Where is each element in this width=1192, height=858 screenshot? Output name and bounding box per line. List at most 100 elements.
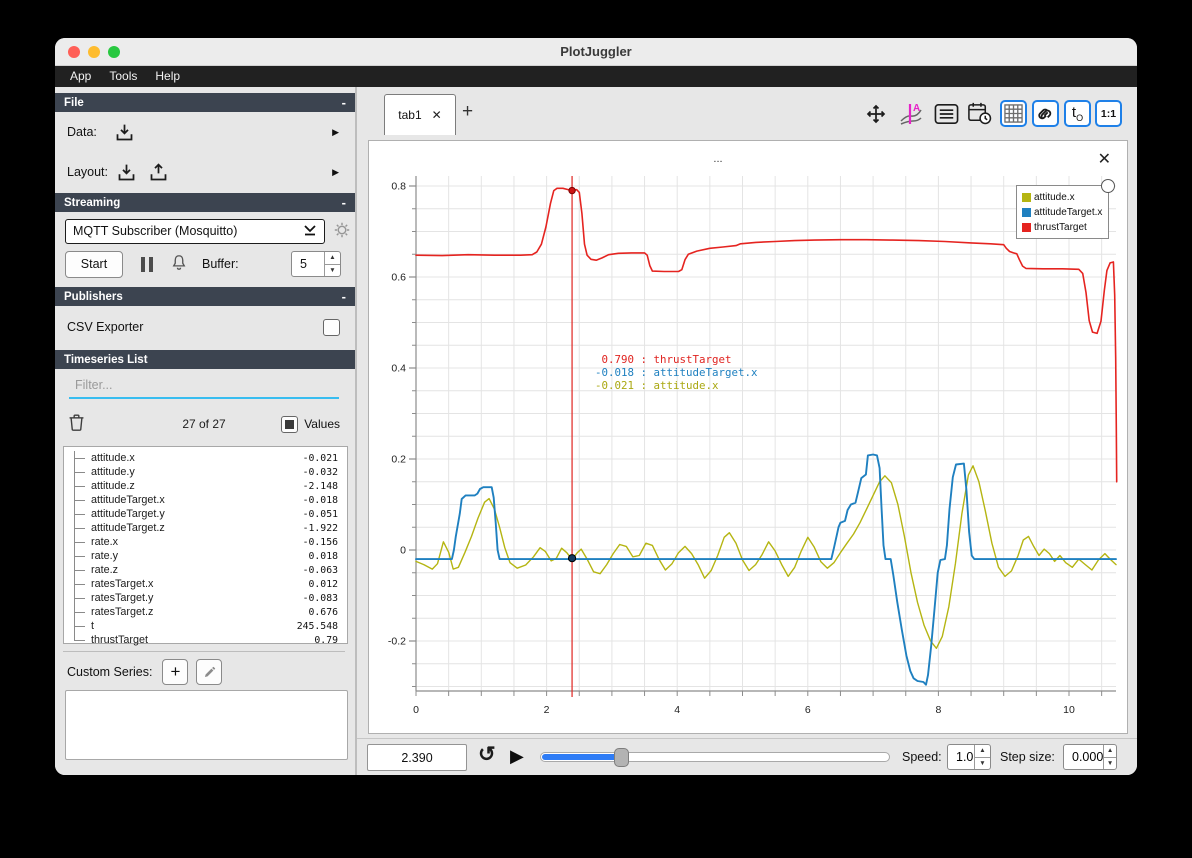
timeseries-item[interactable]: attitude.x -0.021 <box>64 451 347 465</box>
timeseries-value: -1.922 <box>302 522 338 534</box>
timeseries-item[interactable]: rate.y 0.018 <box>64 549 347 563</box>
speed-spinbox[interactable]: 1.0 ▲ ▼ <box>947 744 991 770</box>
svg-text:10: 10 <box>1063 704 1075 716</box>
load-data-icon[interactable] <box>114 122 135 143</box>
streaming-source-select[interactable]: MQTT Subscriber (Mosquitto) <box>65 218 325 244</box>
legend-entry[interactable]: thrustTarget <box>1022 220 1102 235</box>
menu-bar: App Tools Help <box>55 66 1137 87</box>
csv-exporter-checkbox[interactable] <box>323 318 340 336</box>
link-axes-button[interactable] <box>1032 100 1059 127</box>
spin-down-icon[interactable]: ▼ <box>1104 758 1116 770</box>
plot-widget[interactable]: 0.8 0.6 0.4 0.2 0 -0.2 0 2 4 6 8 10 ... ✕ attitude.… <box>368 140 1128 734</box>
legend-label: thrustTarget <box>1034 222 1087 233</box>
menu-item-tools[interactable]: Tools <box>100 66 146 87</box>
timeseries-section-header[interactable]: Timeseries List <box>55 350 355 369</box>
main-pane: tab1 ✕ + A tO 1:1 0.8 0.6 0.4 0.2 0 -0.2… <box>357 87 1137 775</box>
timeseries-item[interactable]: attitudeTarget.z -1.922 <box>64 521 347 535</box>
tab-label: tab1 <box>398 108 422 122</box>
legend-entry[interactable]: attitude.x <box>1022 190 1102 205</box>
plot-legend[interactable]: attitude.x attitudeTarget.x thrustTarget <box>1016 179 1116 239</box>
pause-icon[interactable] <box>141 256 153 272</box>
legend-swatch <box>1022 208 1031 217</box>
tracker-reading: -0.021 : attitude.x <box>595 379 719 392</box>
timeseries-name: thrustTarget <box>91 634 149 646</box>
spin-down-icon[interactable]: ▼ <box>325 265 340 277</box>
timeseries-item[interactable]: attitudeTarget.x -0.018 <box>64 493 347 507</box>
play-icon[interactable]: ▶ <box>510 746 524 767</box>
timeseries-item[interactable]: attitude.y -0.032 <box>64 465 347 479</box>
timeseries-tools-row: 27 of 27 Values <box>55 409 353 439</box>
slider-handle[interactable] <box>614 748 630 767</box>
svg-text:0.6: 0.6 <box>391 272 406 284</box>
timeseries-name: attitude.z <box>91 480 135 492</box>
timeseries-item[interactable]: rate.x -0.156 <box>64 535 347 549</box>
collapse-icon[interactable]: - <box>342 287 346 306</box>
divider <box>63 651 345 652</box>
data-row: Data: ▶ <box>55 118 353 146</box>
timeseries-item[interactable]: thrustTarget 0.79 <box>64 633 347 647</box>
spin-up-icon[interactable]: ▲ <box>325 252 340 265</box>
save-layout-icon[interactable] <box>148 162 169 183</box>
timeseries-value: 245.548 <box>296 620 338 632</box>
timeseries-value: 0.79 <box>314 634 338 646</box>
gear-icon[interactable] <box>333 221 351 242</box>
file-section-header[interactable]: File - <box>55 93 355 112</box>
zoom-area-button[interactable]: A <box>897 100 924 127</box>
add-tab-button[interactable]: + <box>462 101 473 123</box>
add-custom-series-button[interactable]: + <box>162 659 189 685</box>
datetime-button[interactable] <box>966 100 993 127</box>
time-offset-button[interactable]: tO <box>1064 100 1091 127</box>
step-size-label: Step size: <box>1000 750 1055 764</box>
spin-up-icon[interactable]: ▲ <box>975 745 990 758</box>
timeseries-count: 27 of 27 <box>182 417 226 431</box>
app-window: PlotJuggler App Tools Help File - Data: ▶ … <box>55 38 1137 775</box>
timeseries-item[interactable]: attitude.z -2.148 <box>64 479 347 493</box>
time-display[interactable]: 2.390 <box>367 744 467 771</box>
loop-icon[interactable]: ↺ <box>478 742 496 767</box>
timeseries-name: t <box>91 620 94 632</box>
custom-series-list[interactable] <box>65 690 348 760</box>
load-layout-icon[interactable] <box>116 162 137 183</box>
speed-label: Speed: <box>902 750 942 764</box>
timeseries-item[interactable]: rate.z -0.063 <box>64 563 347 577</box>
bell-icon[interactable] <box>170 253 188 275</box>
svg-text:0.2: 0.2 <box>391 454 406 466</box>
timeseries-item[interactable]: attitudeTarget.y -0.051 <box>64 507 347 521</box>
tab-tab1[interactable]: tab1 ✕ <box>384 94 456 135</box>
data-label: Data: <box>67 125 97 139</box>
time-slider[interactable] <box>540 748 890 767</box>
filter-input[interactable]: Filter... <box>63 373 345 399</box>
collapse-icon[interactable]: - <box>342 93 346 112</box>
publishers-section-header[interactable]: Publishers - <box>55 287 355 306</box>
streaming-section-header[interactable]: Streaming - <box>55 193 355 212</box>
tab-close-icon[interactable]: ✕ <box>432 108 442 122</box>
plot-title: ... <box>713 153 723 165</box>
layout-expand-icon[interactable]: ▶ <box>332 167 339 178</box>
data-expand-icon[interactable]: ▶ <box>332 127 339 138</box>
collapse-icon[interactable]: - <box>342 193 346 212</box>
legend-entry[interactable]: attitudeTarget.x <box>1022 205 1102 220</box>
timeseries-name: attitudeTarget.y <box>91 508 165 520</box>
ratio-1-1-button[interactable]: 1:1 <box>1095 100 1122 127</box>
menu-item-app[interactable]: App <box>61 66 100 87</box>
buffer-spinbox[interactable]: 5 ▲ ▼ <box>291 251 341 277</box>
timeseries-item[interactable]: ratesTarget.x 0.012 <box>64 577 347 591</box>
plot-close-icon[interactable]: ✕ <box>1098 149 1111 169</box>
timeseries-item[interactable]: t 245.548 <box>64 619 347 633</box>
spin-up-icon[interactable]: ▲ <box>1104 745 1116 758</box>
streaming-controls-row: Start Buffer: 5 ▲ ▼ <box>55 249 353 279</box>
grid-layout-button[interactable] <box>1000 100 1027 127</box>
timeseries-name: attitudeTarget.z <box>91 522 165 534</box>
pan-zoom-button[interactable] <box>862 100 889 127</box>
edit-custom-series-button[interactable] <box>196 659 223 685</box>
timeseries-item[interactable]: ratesTarget.z 0.676 <box>64 605 347 619</box>
timeseries-list[interactable]: attitude.x -0.021 attitude.y -0.032 attitude… <box>63 446 348 647</box>
list-view-button[interactable] <box>933 100 960 127</box>
timeseries-item[interactable]: ratesTarget.y -0.083 <box>64 591 347 605</box>
menu-item-help[interactable]: Help <box>146 66 189 87</box>
step-size-spinbox[interactable]: 0.000 ▲ ▼ <box>1063 744 1117 770</box>
plot-canvas[interactable]: 0.8 0.6 0.4 0.2 0 -0.2 0 2 4 6 8 10 <box>369 141 1127 733</box>
slider-fill <box>542 754 623 760</box>
spin-down-icon[interactable]: ▼ <box>975 758 990 770</box>
start-button[interactable]: Start <box>65 250 123 278</box>
